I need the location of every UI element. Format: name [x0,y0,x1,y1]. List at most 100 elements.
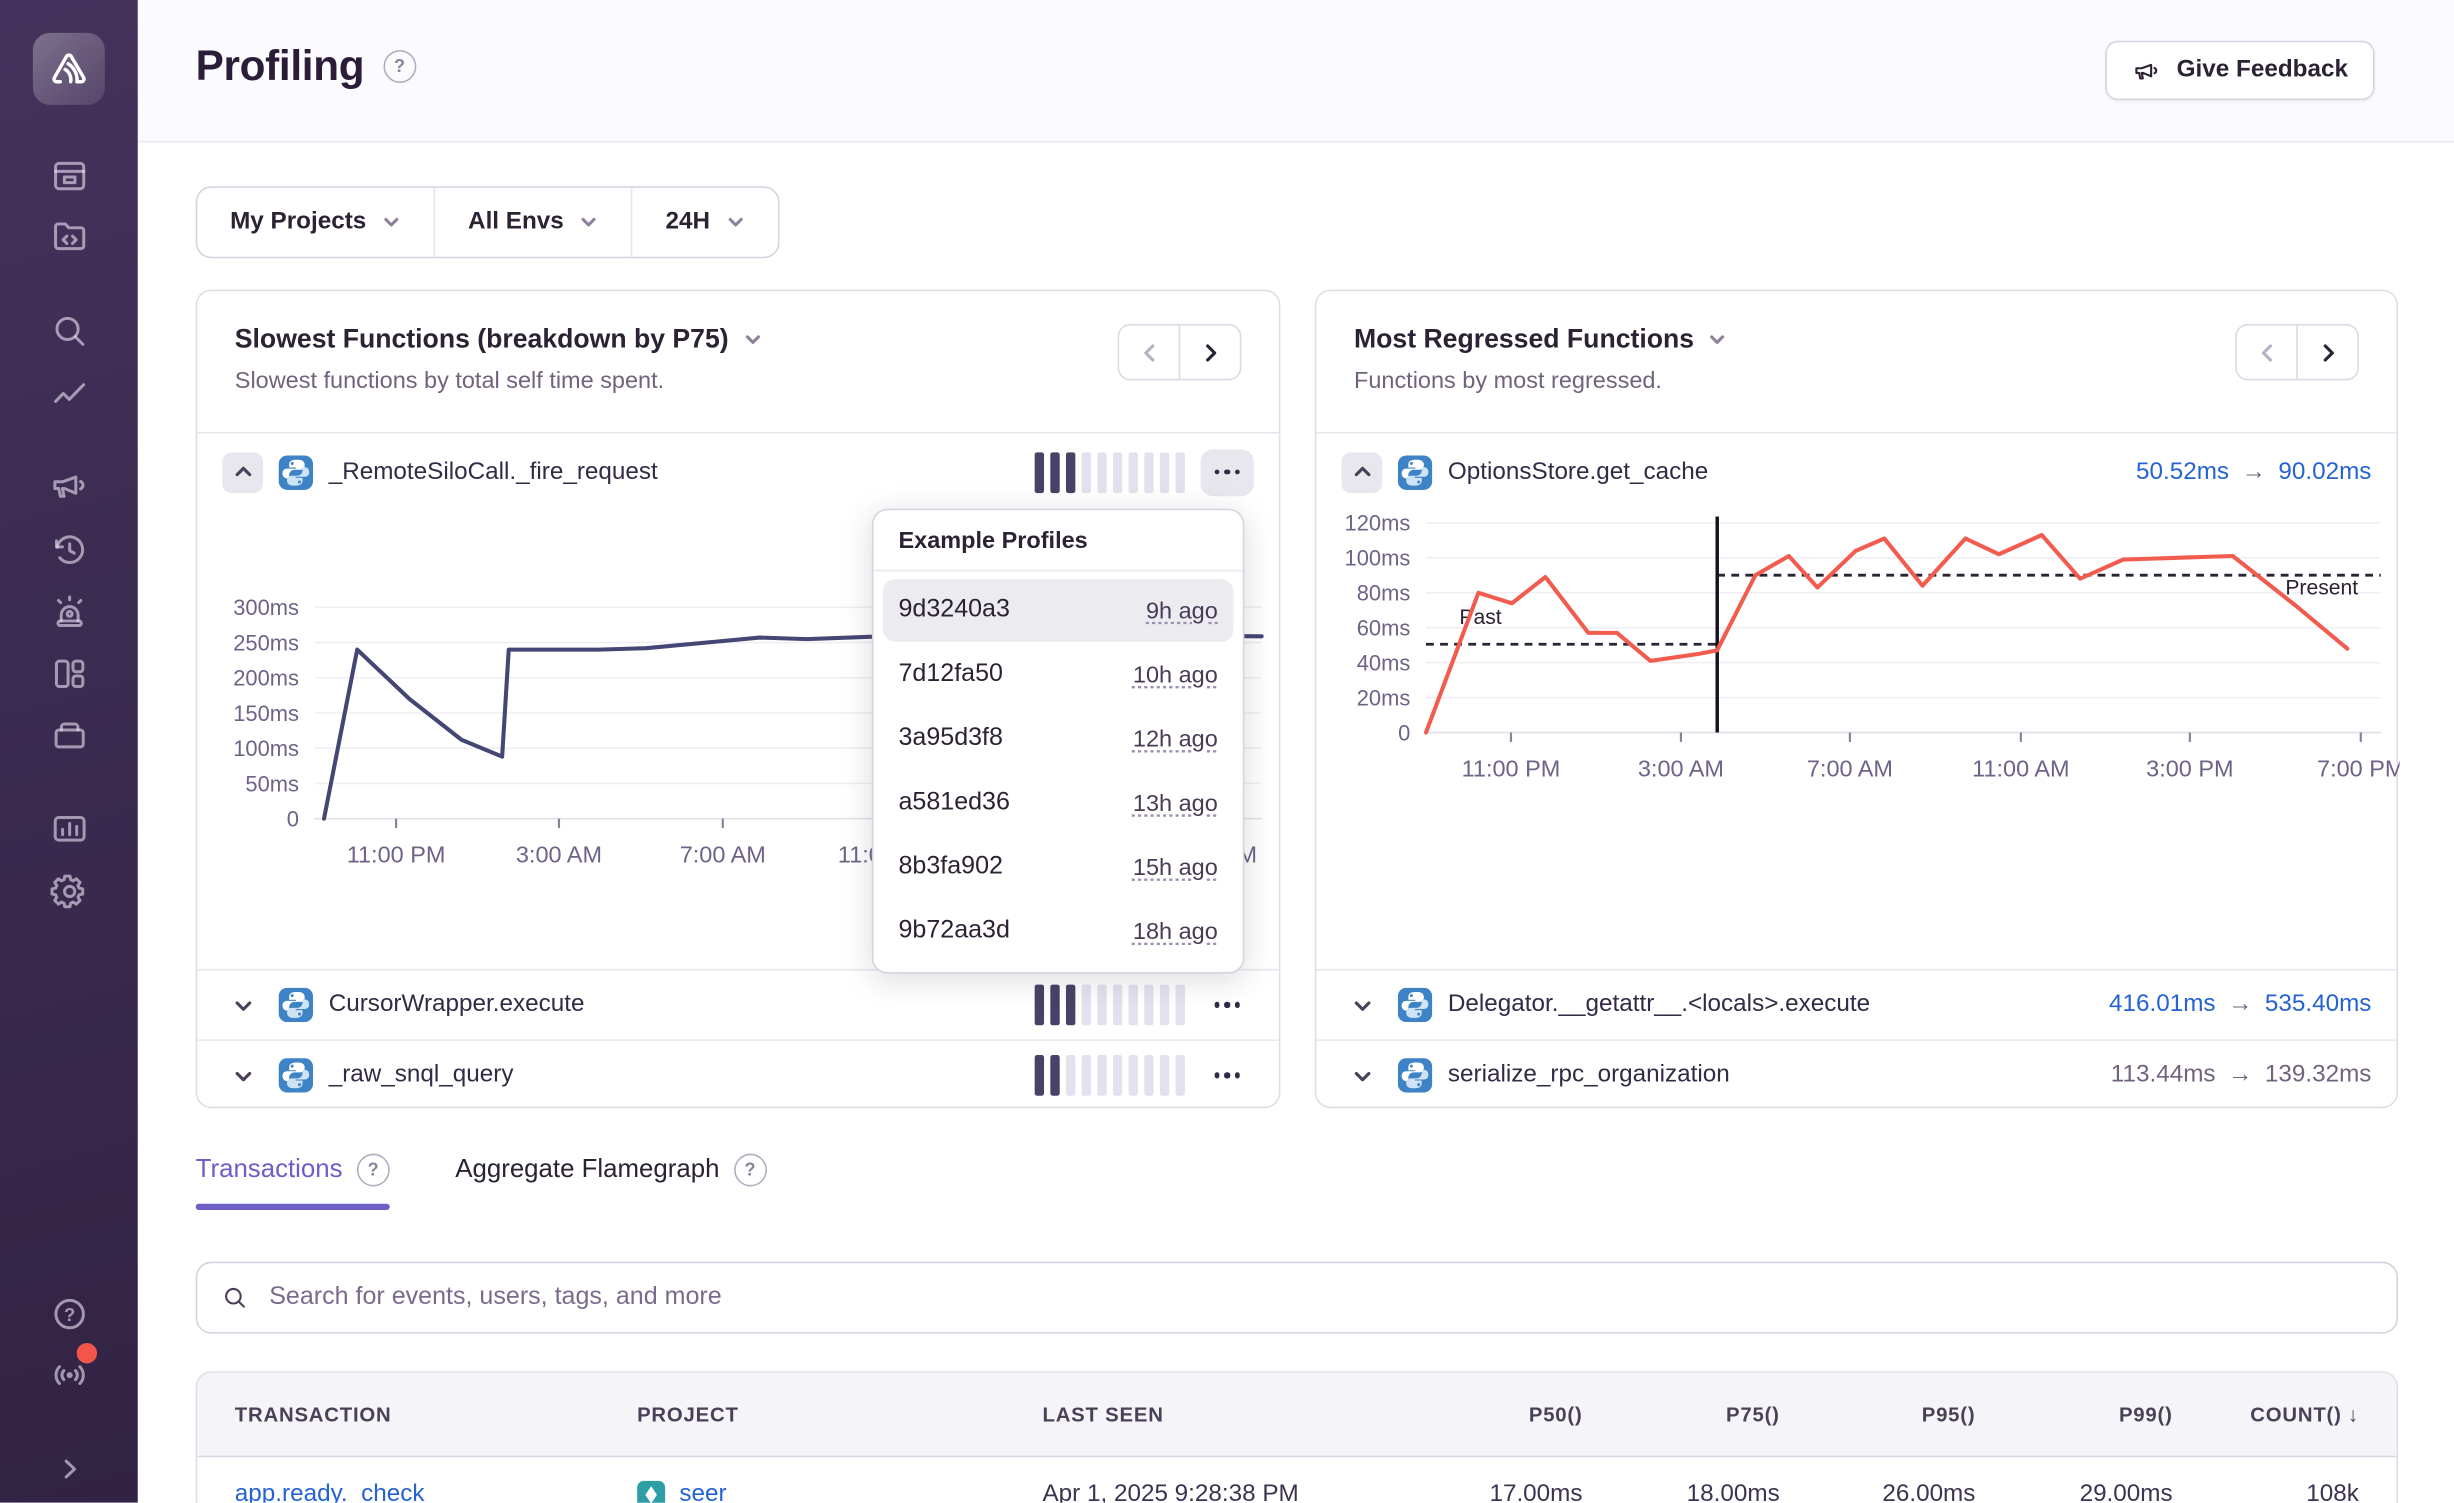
function-name[interactable]: OptionsStore.get_cache [1448,458,1708,486]
project-link[interactable]: seer [679,1480,726,1503]
table-row[interactable]: app.ready._check seer Apr 1, 2025 9:28:3… [197,1457,2396,1502]
previous-page-button[interactable] [2237,326,2296,379]
profile-time-link[interactable]: 10h ago [1133,661,1218,688]
function-row[interactable]: _RemoteSiloCall._fire_request [197,434,1279,511]
sidebar-item-feedback[interactable] [38,459,101,512]
expand-button[interactable] [1341,1055,1382,1096]
environment-filter[interactable]: All Envs [434,188,631,257]
profile-time-link[interactable]: 9h ago [1146,597,1218,624]
more-options-button[interactable] [1201,448,1254,495]
after-duration: 139.32ms [2265,1061,2372,1089]
svg-text:3:00 AM: 3:00 AM [516,841,602,867]
sidebar-item-performance[interactable] [38,368,101,421]
function-row[interactable]: CursorWrapper.execute [197,969,1279,1039]
column-header-p99[interactable]: P99() [1975,1403,2172,1426]
function-row[interactable]: Delegator.__getattr__.<locals>.execute 4… [1316,969,2396,1039]
chevron-right-icon [2316,340,2339,363]
tab-aggregate-flamegraph[interactable]: Aggregate Flamegraph ? [455,1154,766,1210]
sidebar-item-alerts[interactable] [38,584,101,637]
profile-item[interactable]: 9d3240a3 9h ago [883,579,1234,642]
column-header-last-seen[interactable]: LAST SEEN [1042,1403,1386,1426]
more-options-button[interactable] [1201,981,1254,1028]
svg-text:20ms: 20ms [1357,685,1411,710]
next-page-button[interactable] [2296,326,2357,379]
project-filter[interactable]: My Projects [197,188,433,257]
collapse-button[interactable] [222,452,263,493]
sidebar-item-projects[interactable] [38,210,101,263]
before-duration: 113.44ms [2111,1061,2216,1089]
sentry-logo[interactable] [33,33,105,105]
search-bar[interactable] [196,1262,2398,1334]
column-header-p50[interactable]: P50() [1387,1403,1583,1426]
profile-time-link[interactable]: 12h ago [1133,726,1218,753]
sidebar-whats-new[interactable] [38,1348,101,1401]
previous-page-button[interactable] [1119,326,1178,379]
function-name[interactable]: _RemoteSiloCall._fire_request [329,458,658,486]
line-chart[interactable]: 020ms40ms60ms80ms100ms120ms11:00 PM3:00 … [1316,510,2399,969]
profile-time-link[interactable]: 13h ago [1133,790,1218,817]
profile-time-link[interactable]: 15h ago [1133,854,1218,881]
sidebar-collapse[interactable] [38,1442,101,1495]
chevron-left-icon [1137,340,1160,363]
expand-button[interactable] [222,985,263,1026]
function-name[interactable]: serialize_rpc_organization [1448,1061,1730,1089]
column-header-p75[interactable]: P75() [1583,1403,1780,1426]
help-icon[interactable]: ? [357,1154,390,1187]
more-options-button[interactable] [1201,1052,1254,1099]
give-feedback-button[interactable]: Give Feedback [2105,41,2375,100]
profile-item[interactable]: 9b72aa3d 18h ago [883,900,1234,963]
after-duration-link[interactable]: 90.02ms [2278,458,2371,486]
profile-item[interactable]: 7d12fa50 10h ago [883,643,1234,706]
panel-title-label: Slowest Functions (breakdown by P75) [235,324,729,355]
function-name[interactable]: Delegator.__getattr__.<locals>.execute [1448,991,1870,1019]
panel-title-label: Most Regressed Functions [1354,324,1694,355]
sidebar-item-stats[interactable] [38,801,101,854]
profile-item[interactable]: 8b3fa902 15h ago [883,836,1234,899]
tab-transactions[interactable]: Transactions ? [196,1154,390,1210]
profile-item[interactable]: a581ed36 13h ago [883,772,1234,835]
next-page-button[interactable] [1179,326,1240,379]
search-icon [221,1284,249,1312]
chevron-right-icon [1198,340,1221,363]
arrow-right-icon: → [2242,458,2266,486]
transaction-link[interactable]: app.ready._check [235,1480,425,1503]
slowest-functions-title[interactable]: Slowest Functions (breakdown by P75) [235,324,1241,355]
after-duration-link[interactable]: 535.40ms [2265,991,2372,1019]
function-row[interactable]: serialize_rpc_organization 113.44ms → 13… [1316,1039,2396,1109]
sidebar-item-issues[interactable] [38,149,101,202]
date-range-filter[interactable]: 24H [631,188,777,257]
sidebar-item-settings[interactable] [38,864,101,917]
column-header-p95[interactable]: P95() [1780,1403,1976,1426]
chevron-down-icon [743,330,762,349]
sidebar-help[interactable]: ? [38,1287,101,1340]
profile-time-link[interactable]: 18h ago [1133,918,1218,945]
most-regressed-chart: 020ms40ms60ms80ms100ms120ms11:00 PM3:00 … [1316,510,2396,969]
function-row[interactable]: _raw_snql_query [197,1039,1279,1109]
page-help-icon[interactable]: ? [383,50,416,83]
sidebar-item-replays[interactable] [38,523,101,576]
svg-text:150ms: 150ms [233,701,299,726]
column-header-project[interactable]: PROJECT [637,1403,1042,1426]
before-duration-link[interactable]: 416.01ms [2109,991,2216,1019]
panel-subtitle: Functions by most regressed. [1354,368,2359,395]
sidebar-item-discover[interactable] [38,304,101,357]
function-name[interactable]: CursorWrapper.execute [329,991,585,1019]
tab-bar: Transactions ? Aggregate Flamegraph ? [196,1154,767,1210]
sidebar-item-dashboards[interactable] [38,646,101,699]
expand-button[interactable] [222,1055,263,1096]
column-header-count[interactable]: COUNT() ↓ [2173,1403,2359,1426]
function-name[interactable]: _raw_snql_query [329,1061,514,1089]
before-duration-link[interactable]: 50.52ms [2136,458,2229,486]
search-input[interactable] [266,1282,2373,1313]
most-regressed-title[interactable]: Most Regressed Functions [1354,324,2359,355]
function-row[interactable]: OptionsStore.get_cache 50.52ms → 90.02ms [1316,434,2396,511]
expand-button[interactable] [1341,985,1382,1026]
svg-text:11:00 AM: 11:00 AM [1972,755,2069,781]
help-icon[interactable]: ? [734,1154,767,1187]
column-header-transaction[interactable]: TRANSACTION [235,1403,637,1426]
sidebar-item-releases[interactable] [38,708,101,761]
collapse-button[interactable] [1341,452,1382,493]
profile-item[interactable]: 3a95d3f8 12h ago [883,708,1234,771]
dropdown-title: Example Profiles [873,510,1242,571]
active-tab-underline [196,1204,390,1210]
